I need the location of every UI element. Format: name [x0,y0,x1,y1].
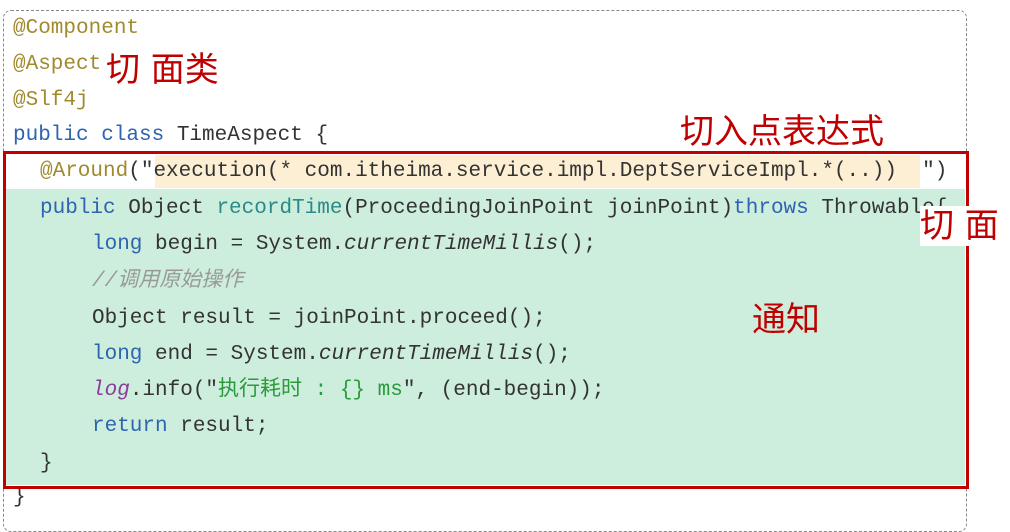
label-pointcut-expression: 切入点表达式 [680,112,884,152]
label-aspect-class: 切 面类 [106,50,219,90]
code-token: TimeAspect { [176,124,329,147]
label-advice: 通知 [752,300,820,340]
code-token: @Slf4j [13,89,89,112]
code-line: @Component [13,17,139,41]
code-token: @Aspect [13,53,102,76]
code-line: @Slf4j [13,89,89,113]
aspect-outline [3,151,969,489]
code-token: @Component [13,17,140,40]
code-token: } [13,486,26,509]
label-aspect: 切 面 [920,206,999,246]
code-line: } [13,486,26,510]
code-line: public class TimeAspect { [13,124,328,148]
code-line: @Aspect [13,53,101,77]
code-token: public class [13,124,177,147]
